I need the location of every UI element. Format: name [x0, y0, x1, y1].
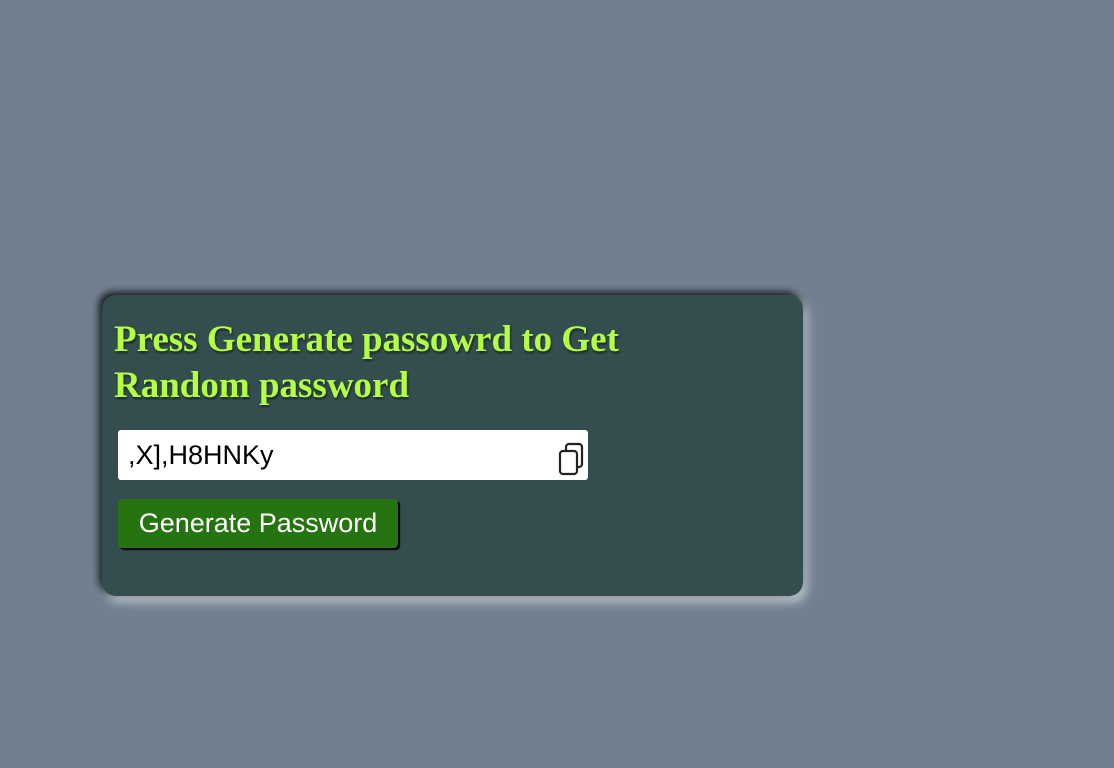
password-field	[118, 430, 588, 480]
copy-icon[interactable]	[558, 442, 586, 476]
headline: Press Generate passowrd to Get Random pa…	[114, 319, 619, 406]
password-generator-card: Press Generate passowrd to Get Random pa…	[102, 295, 803, 596]
password-output[interactable]	[118, 430, 548, 480]
generate-password-button[interactable]: Generate Password	[118, 499, 398, 548]
